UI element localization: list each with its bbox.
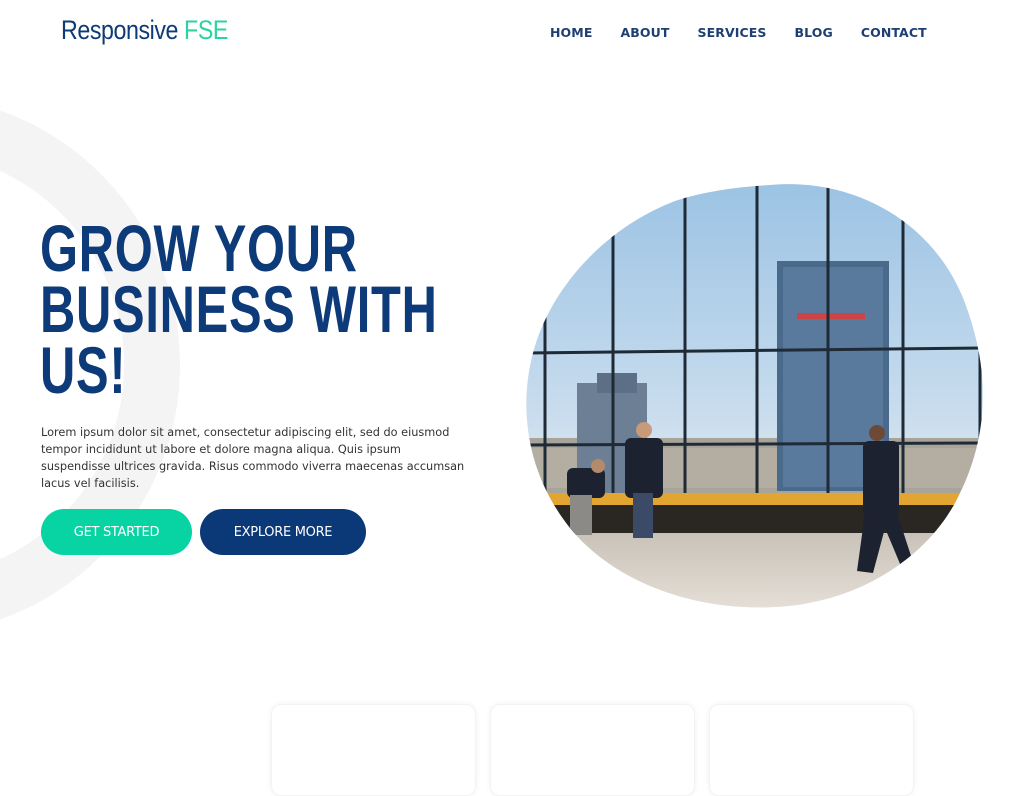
hero-image — [526, 184, 983, 608]
logo-primary-text: Responsive — [61, 15, 179, 45]
nav-contact[interactable]: CONTACT — [861, 25, 927, 40]
explore-more-button[interactable]: EXPLORE MORE — [200, 509, 366, 555]
get-started-button[interactable]: GET STARTED — [41, 509, 192, 555]
hero-description: Lorem ipsum dolor sit amet, consectetur … — [41, 426, 465, 490]
hero-title-line: GROW YOUR — [40, 211, 358, 285]
hero-title-line: US! — [40, 333, 127, 407]
hero-title: GROW YOUR BUSINESS WITH US! — [40, 211, 454, 407]
feature-cards — [271, 704, 914, 796]
nav-blog[interactable]: BLOG — [795, 25, 833, 40]
nav-home[interactable]: HOME — [550, 25, 592, 40]
nav-services[interactable]: SERVICES — [697, 25, 766, 40]
feature-card — [490, 704, 695, 796]
site-header: Responsive FSE HOME ABOUT SERVICES BLOG … — [0, 0, 1024, 68]
logo-accent-text: FSE — [184, 15, 228, 45]
site-logo[interactable]: Responsive FSE — [61, 15, 228, 46]
hero-title-line: BUSINESS WITH — [40, 272, 438, 346]
feature-card — [271, 704, 476, 796]
feature-card — [709, 704, 914, 796]
main-nav: HOME ABOUT SERVICES BLOG CONTACT — [550, 25, 955, 40]
nav-about[interactable]: ABOUT — [620, 25, 669, 40]
